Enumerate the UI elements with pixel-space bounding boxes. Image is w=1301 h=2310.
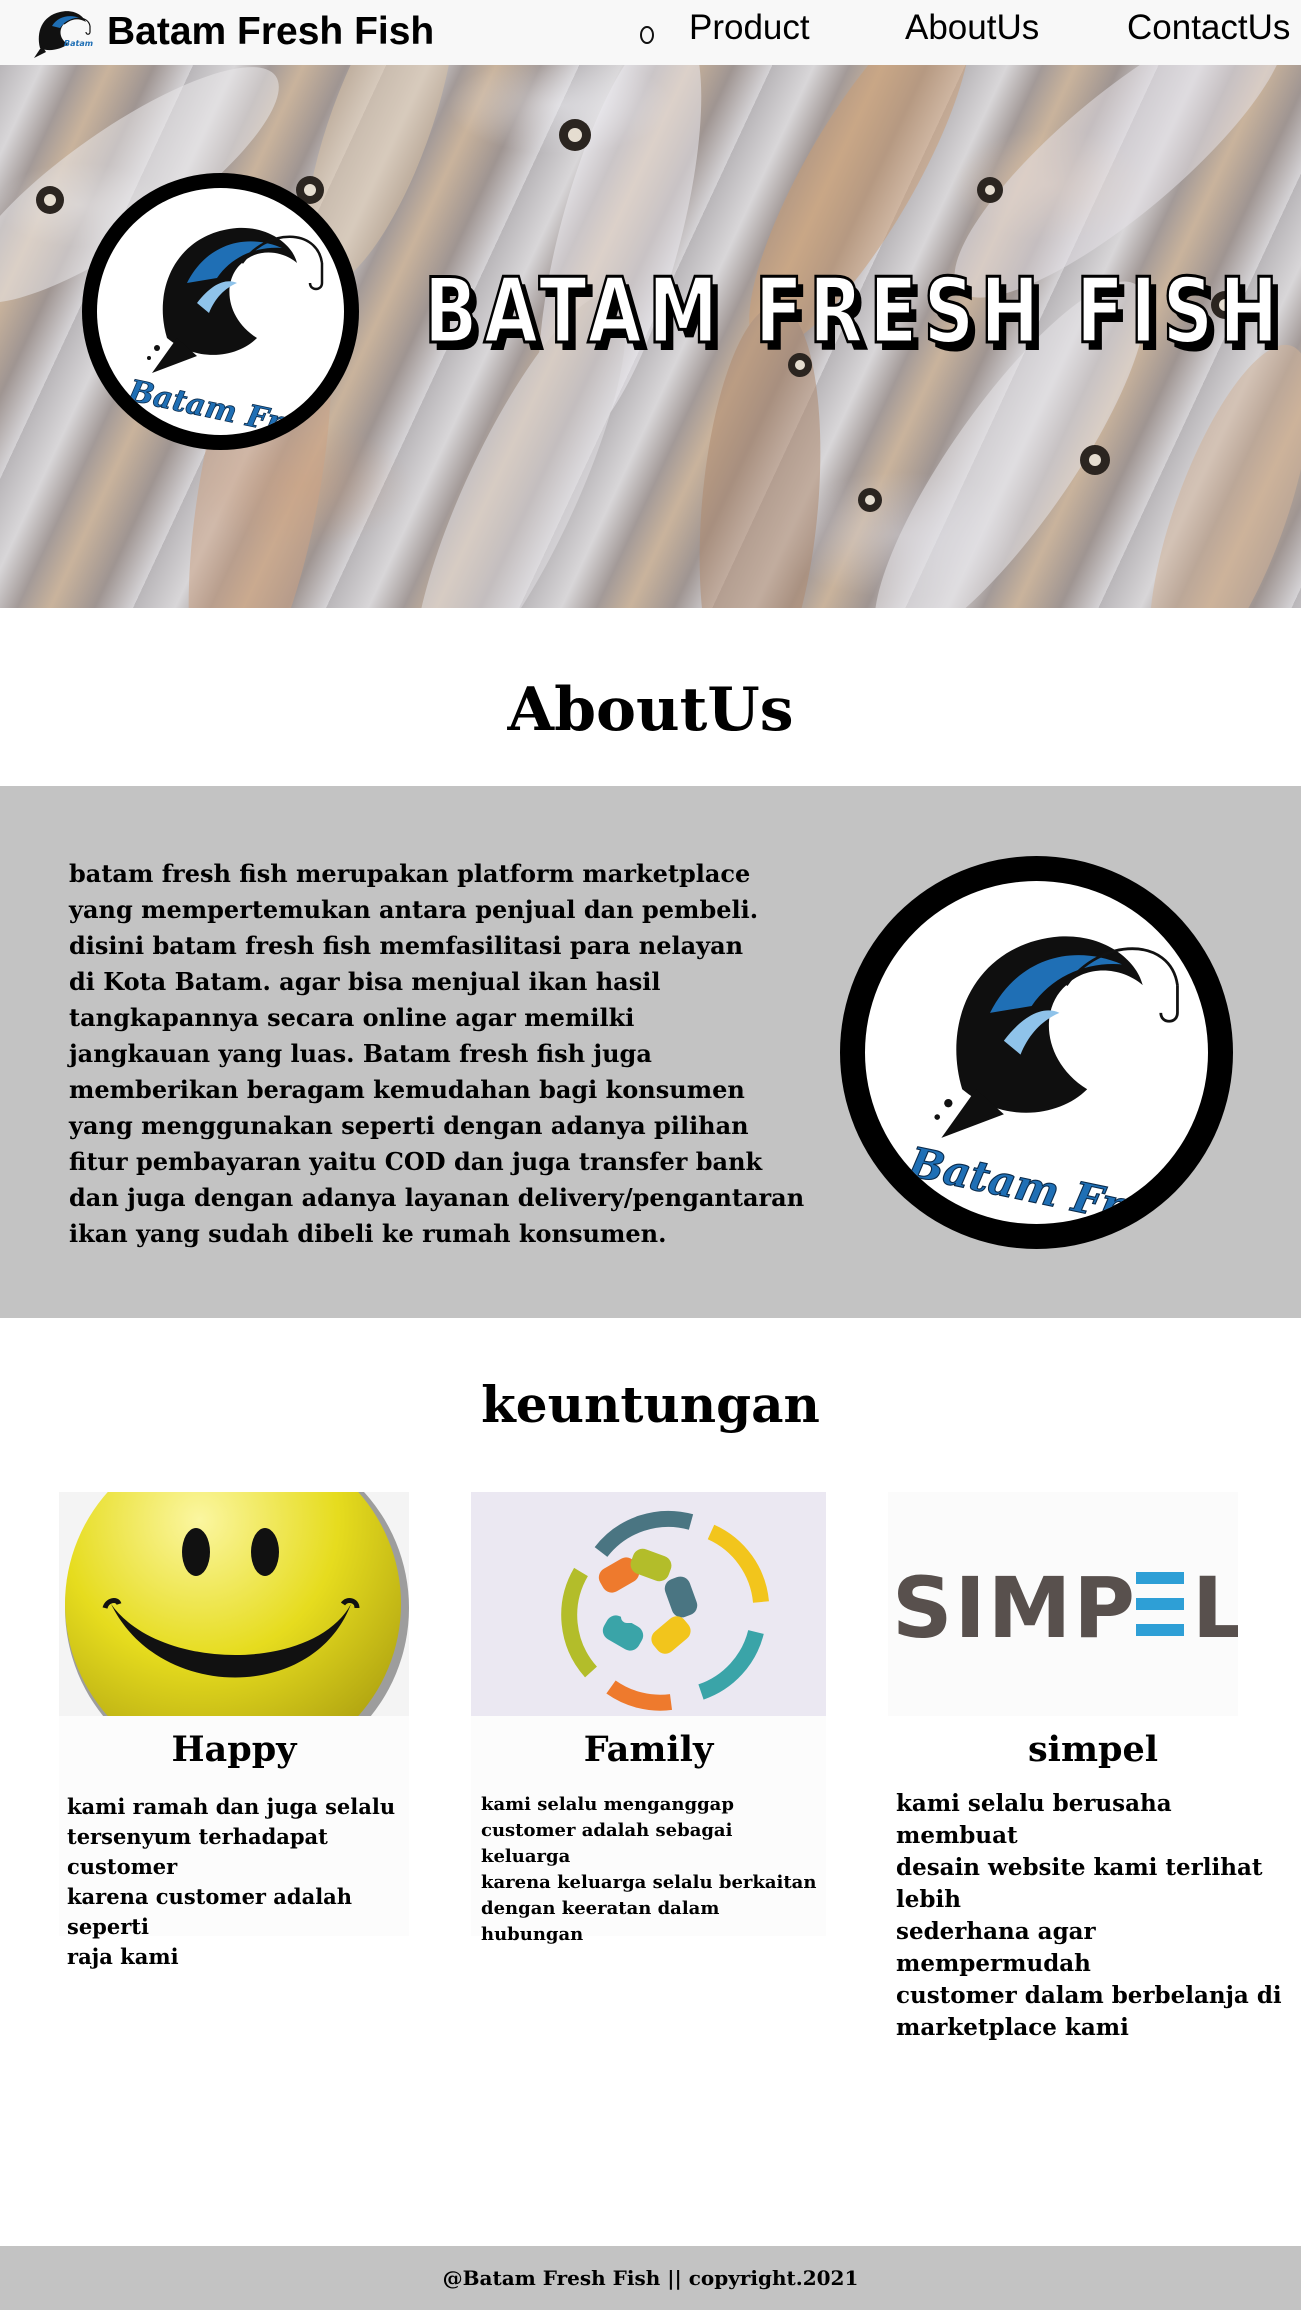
benefits-heading: keuntungan (481, 1375, 820, 1434)
card-text-simpel: kami selalu berusaha membuat desain webs… (896, 1790, 1282, 2041)
smiley-image (59, 1492, 409, 1716)
benefit-card-happy: Happy kami ramah dan juga selalu terseny… (59, 1492, 409, 1969)
hero-banner: Batam Fresh Fish BATAM FRESH FISH (0, 65, 1301, 608)
copyright-text: @Batam Fresh Fish || copyright.2021 (442, 2266, 859, 2290)
hero-title: BATAM FRESH FISH (423, 259, 1285, 364)
about-logo-text: Batam Fresh Fish (904, 1137, 1208, 1224)
nav-logo-text: Batam Fresh Fish (64, 39, 94, 48)
about-heading: AboutUs (507, 675, 794, 745)
card-title-happy: Happy (171, 1729, 297, 1770)
card-text-family: kami selalu menganggap customer adalah s… (481, 1794, 817, 1945)
benefit-card-simpel: SIMP L simpel kami selalu berusaha membu… (888, 1492, 1282, 2041)
nav-link-product[interactable]: Product (689, 6, 810, 50)
fish-logo-icon: Batam Fresh Fish (903, 936, 1208, 1224)
top-navbar: Batam Fresh Fish Batam Fresh Fish Produc… (0, 0, 1301, 65)
family-image (471, 1492, 826, 1716)
card-title-simpel: simpel (1027, 1729, 1159, 1770)
svg-text:SIMP: SIMP (892, 1559, 1137, 1657)
brand-name[interactable]: Batam Fresh Fish (107, 8, 434, 56)
about-logo: Batam Fresh Fish (840, 856, 1233, 1249)
nav-circle-icon (640, 26, 654, 44)
benefit-card-family: Family kami selalu menganggap customer a… (471, 1492, 826, 1945)
simpel-image: SIMP L (888, 1492, 1238, 1716)
svg-text:L: L (1192, 1559, 1238, 1657)
family-hands-icon (561, 1510, 769, 1711)
simpel-logo: SIMP L (892, 1559, 1238, 1657)
hero-logo: Batam Fresh Fish (82, 173, 359, 450)
footer: @Batam Fresh Fish || copyright.2021 (0, 2246, 1301, 2310)
about-section: batam fresh fish merupakan platform mark… (0, 786, 1301, 1318)
nav-link-aboutus[interactable]: AboutUs (905, 6, 1039, 50)
about-description: batam fresh fish merupakan platform mark… (69, 859, 805, 1248)
card-text-happy: kami ramah dan juga selalu tersenyum ter… (67, 1794, 396, 1969)
smiley-icon (65, 1492, 409, 1716)
fish-logo-icon: Batam Fresh Fish (124, 227, 344, 435)
card-title-family: Family (583, 1729, 714, 1770)
nav-link-contactus[interactable]: ContactUs (1127, 6, 1290, 50)
fish-logo-icon[interactable]: Batam Fresh Fish (30, 2, 94, 64)
